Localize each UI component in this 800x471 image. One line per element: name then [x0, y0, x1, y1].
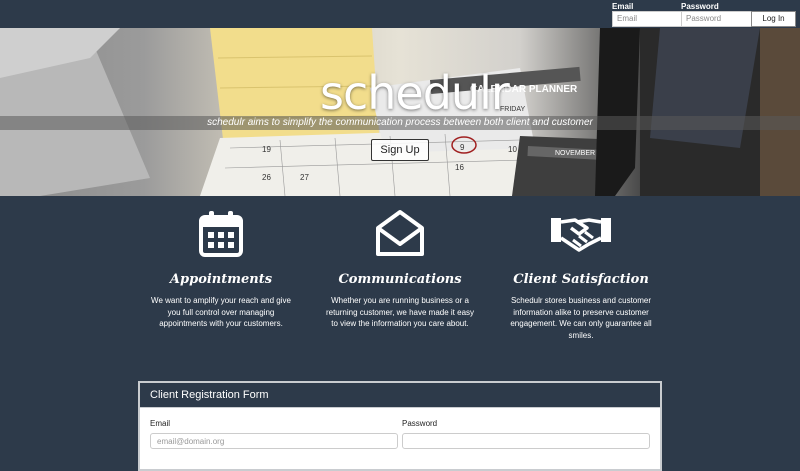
hero-banner: CALENDAR PLANNER FRIDAY 19 26 27 9 10 16…: [0, 28, 800, 196]
feature-appointments: Appointments We want to amplify your rea…: [121, 208, 321, 330]
form-password-input[interactable]: [402, 433, 650, 449]
handshake-icon: [551, 218, 611, 252]
feature-title: Appointments: [169, 272, 273, 287]
feature-client-satisfaction: Client Satisfaction Schedulr stores busi…: [481, 208, 681, 341]
signup-button[interactable]: Sign Up: [371, 139, 429, 161]
day-19-label: 19: [262, 145, 271, 154]
calendar-icon: [199, 211, 243, 257]
login-password-label: Password: [681, 2, 719, 11]
day-16-label: 16: [455, 163, 464, 172]
hero-title: schedulr: [320, 66, 510, 120]
day-26-label: 26: [262, 173, 271, 182]
login-email-group: Email Email: [612, 2, 684, 27]
registration-form: Client Registration Form Email email@dom…: [138, 381, 662, 471]
login-email-label: Email: [612, 2, 634, 11]
login-password-input[interactable]: Password: [681, 11, 753, 27]
day-27-label: 27: [300, 173, 309, 182]
form-password-label: Password: [402, 419, 438, 428]
feature-title: Client Satisfaction: [513, 272, 649, 287]
form-email-label: Email: [150, 419, 171, 428]
form-title: Client Registration Form: [140, 383, 660, 408]
top-nav: Email Email Password Password Log In: [0, 0, 800, 28]
november-label: NOVEMBER: [555, 150, 595, 157]
day-9-label: 9: [460, 143, 465, 152]
login-button[interactable]: Log In: [751, 11, 796, 27]
login-email-input[interactable]: Email: [612, 11, 684, 27]
feature-description: Schedulr stores business and customer in…: [510, 296, 652, 340]
feature-description: Whether you are running business or a re…: [325, 296, 475, 328]
envelope-icon: [376, 210, 424, 256]
hero-tagline: schedulr aims to simplify the communicat…: [207, 117, 593, 128]
login-password-group: Password Password: [681, 2, 753, 27]
form-email-input[interactable]: email@domain.org: [150, 433, 398, 449]
feature-communications: Communications Whether you are running b…: [300, 208, 500, 330]
day-10-label: 10: [508, 145, 517, 154]
feature-description: We want to amplify your reach and give y…: [151, 296, 291, 328]
feature-title: Communications: [338, 272, 462, 287]
